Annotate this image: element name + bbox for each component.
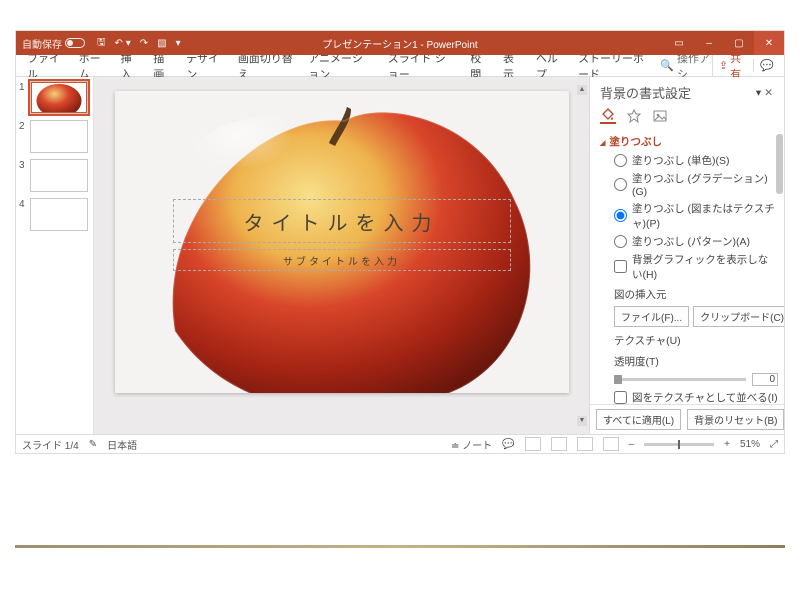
title-placeholder[interactable]: タイトルを入力 [173, 199, 511, 243]
qat-more-icon[interactable]: ▾ [176, 38, 181, 49]
subtitle-placeholder[interactable]: サブタイトルを入力 [173, 249, 511, 271]
fill-picture-option[interactable]: 塗りつぶし (図またはテクスチャ)(P) [600, 199, 778, 232]
editor-vertical-scrollbar[interactable]: ▲ ▼ [577, 85, 587, 426]
transparency-slider[interactable] [614, 378, 746, 381]
insert-from-clipboard-button[interactable]: クリップボード(C) [693, 306, 784, 327]
fill-picture-label: 塗りつぶし (図またはテクスチャ)(P) [632, 201, 778, 231]
slide-thumbnail-1[interactable] [30, 81, 88, 114]
scroll-up-icon[interactable]: ▲ [577, 85, 587, 95]
tile-label: 図をテクスチャとして並べる(I) [632, 390, 778, 405]
undo-icon[interactable]: ↶ ▾ [115, 38, 131, 49]
save-icon[interactable]: 🖫 [97, 35, 106, 52]
fill-solid-label: 塗りつぶし (単色)(S) [632, 153, 730, 168]
tab-review[interactable]: 校閲 [463, 55, 496, 76]
thumb-number: 4 [19, 198, 27, 210]
format-background-pane: 背景の書式設定 ▾ ✕ 塗りつぶし 塗りつぶし (単色)(S) 塗りつぶし (グ… [589, 77, 784, 434]
main-area: 1 2 3 4 [16, 77, 784, 434]
comments-status-icon[interactable]: 💬 [502, 439, 514, 450]
notes-toggle[interactable]: ≐ ノート [451, 437, 492, 452]
pane-close-button[interactable]: ✕ [761, 87, 776, 99]
zoom-slider[interactable] [644, 443, 714, 446]
hide-bg-graphics-option[interactable]: 背景グラフィックを表示しない(H) [600, 250, 778, 283]
fill-solid-option[interactable]: 塗りつぶし (単色)(S) [600, 151, 778, 169]
tab-design[interactable]: デザイン [179, 55, 231, 76]
tab-transitions[interactable]: 画面切り替え [231, 55, 301, 76]
fit-to-window-button[interactable]: ⤢ [770, 439, 778, 450]
picture-category-icon[interactable] [652, 108, 668, 124]
pane-vertical-scrollbar[interactable] [774, 130, 784, 404]
fill-pattern-label: 塗りつぶし (パターン)(A) [632, 234, 750, 249]
thumb-number: 2 [19, 120, 27, 132]
slideshow-view-button[interactable] [603, 437, 619, 451]
ribbon-tabs: ファイル ホーム 挿入 描画 デザイン 画面切り替え アニメーション スライド … [16, 55, 784, 77]
title-placeholder-text: タイトルを入力 [244, 207, 440, 236]
share-icon: ⇪ [719, 59, 728, 72]
tab-storyboard[interactable]: ストーリーボード [571, 55, 660, 76]
fill-pattern-option[interactable]: 塗りつぶし (パターン)(A) [600, 232, 778, 250]
sorter-view-button[interactable] [551, 437, 567, 451]
ribbon-display-options-icon[interactable]: ▭ [664, 31, 694, 55]
zoom-out-button[interactable]: – [629, 439, 635, 450]
maximize-button[interactable]: ▢ [724, 31, 754, 55]
slide-thumbnail-4[interactable] [30, 198, 88, 231]
subtitle-placeholder-text: サブタイトルを入力 [283, 253, 400, 268]
status-bar: スライド 1/4 ✎ 日本語 ≐ ノート 💬 – + 51% ⤢ [16, 434, 784, 453]
tab-animations[interactable]: アニメーション [301, 55, 380, 76]
tab-home[interactable]: ホーム [72, 55, 114, 76]
fill-gradient-label: 塗りつぶし (グラデーション)(G) [632, 171, 778, 198]
slide-thumbnail-2[interactable] [30, 120, 88, 153]
reset-background-button[interactable]: 背景のリセット(B) [687, 409, 784, 430]
transparency-label: 透明度(T) [600, 350, 778, 371]
zoom-percent[interactable]: 51% [740, 439, 760, 450]
slideshow-start-icon[interactable]: ▧ [157, 38, 166, 49]
tab-view[interactable]: 表示 [496, 55, 529, 76]
tab-help[interactable]: ヘルプ [529, 55, 571, 76]
slide-canvas[interactable]: タイトルを入力 サブタイトルを入力 [115, 91, 569, 393]
autosave-toggle[interactable]: 自動保存 [22, 36, 85, 51]
fill-category-icon[interactable] [600, 108, 616, 124]
thumb-number: 1 [19, 81, 27, 93]
apply-to-all-button[interactable]: すべてに適用(L) [596, 409, 681, 430]
redo-icon[interactable]: ↷ [140, 38, 148, 49]
quick-access-toolbar: 🖫 ↶ ▾ ↷ ▧ ▾ [97, 35, 181, 52]
fill-gradient-option[interactable]: 塗りつぶし (グラデーション)(G) [600, 169, 778, 199]
thumb-number: 3 [19, 159, 27, 171]
texture-label: テクスチャ(U) [600, 329, 778, 350]
slide-editor: タイトルを入力 サブタイトルを入力 ▲ ▼ [94, 77, 589, 434]
minimize-button[interactable]: – [694, 31, 724, 55]
hide-bg-label: 背景グラフィックを表示しない(H) [632, 252, 778, 282]
title-bar: 自動保存 🖫 ↶ ▾ ↷ ▧ ▾ プレゼンテーション1 - PowerPoint… [16, 31, 784, 55]
close-button[interactable]: ✕ [754, 31, 784, 55]
insert-from-file-button[interactable]: ファイル(F)... [614, 306, 689, 327]
language-indicator[interactable]: 日本語 [107, 437, 137, 452]
pane-title: 背景の書式設定 [600, 83, 756, 102]
fill-group-header[interactable]: 塗りつぶし [600, 132, 778, 151]
comment-icon: 💬 [760, 60, 774, 72]
reading-view-button[interactable] [577, 437, 593, 451]
comments-button[interactable]: 💬 [753, 59, 780, 72]
slide-thumbnails-panel: 1 2 3 4 [16, 77, 94, 434]
effects-category-icon[interactable] [626, 108, 642, 124]
slide-counter[interactable]: スライド 1/4 [22, 437, 79, 452]
tab-file[interactable]: ファイル [20, 55, 72, 76]
picture-source-label: 図の挿入元 [600, 283, 778, 304]
tab-draw[interactable]: 描画 [146, 55, 179, 76]
autosave-label: 自動保存 [22, 36, 62, 51]
search-icon: 🔍 [660, 59, 674, 72]
spellcheck-icon[interactable]: ✎ [89, 439, 97, 450]
normal-view-button[interactable] [525, 437, 541, 451]
tab-insert[interactable]: 挿入 [114, 55, 147, 76]
tile-as-texture-option[interactable]: 図をテクスチャとして並べる(I) [600, 388, 778, 404]
slide-thumbnail-3[interactable] [30, 159, 88, 192]
scroll-down-icon[interactable]: ▼ [577, 416, 587, 426]
autosave-switch-icon [65, 38, 85, 48]
tab-slideshow[interactable]: スライド ショー [381, 55, 463, 76]
zoom-in-button[interactable]: + [724, 439, 730, 450]
